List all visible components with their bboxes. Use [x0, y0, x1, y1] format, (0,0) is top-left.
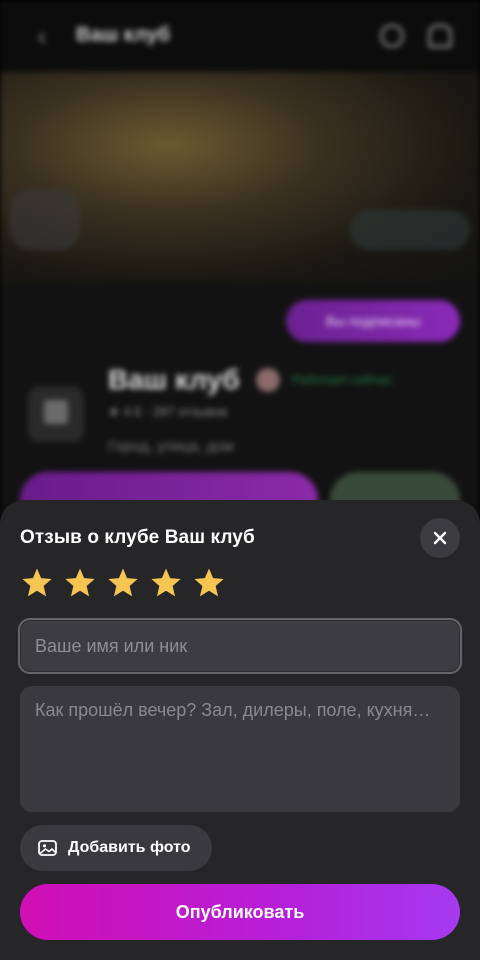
open-status: Работает сейчас [292, 372, 393, 387]
search-icon [380, 24, 404, 48]
star-icon[interactable] [149, 566, 183, 600]
star-rating[interactable] [20, 566, 226, 600]
star-icon[interactable] [20, 566, 54, 600]
sheet-title: Отзыв о клубе Ваш клуб [20, 527, 255, 548]
add-photo-button[interactable]: Добавить фото [20, 825, 212, 871]
cover-thumbnail [10, 190, 80, 250]
club-address: Город, улица, дом [108, 438, 234, 455]
publish-label: Опубликовать [175, 901, 305, 922]
close-icon [433, 531, 447, 545]
cover-chip [350, 210, 470, 250]
star-icon[interactable] [192, 566, 226, 600]
review-bottom-sheet: Отзыв о клубе Ваш клуб Добавить фото Опу… [0, 500, 480, 960]
image-icon [38, 840, 57, 856]
star-icon[interactable] [106, 566, 140, 600]
close-button[interactable] [420, 518, 460, 558]
add-photo-label: Добавить фото [68, 839, 191, 856]
star-icon[interactable] [63, 566, 97, 600]
cover-image [0, 72, 480, 282]
name-input[interactable] [18, 618, 462, 674]
verified-badge-icon [256, 368, 280, 392]
share-icon [428, 24, 452, 48]
club-rating: ★ 4.6 · 287 отзывов [108, 404, 228, 419]
header-title: Ваш клуб [76, 24, 170, 46]
review-textarea[interactable] [20, 686, 460, 812]
top-bar: ‹ Ваш клуб [0, 0, 480, 72]
back-arrow-icon: ‹ [37, 21, 47, 51]
club-logo-icon [44, 400, 68, 424]
club-name: Ваш клуб [108, 364, 240, 395]
publish-button[interactable]: Опубликовать [20, 884, 460, 940]
subscribed-badge: Вы подписаны [286, 300, 460, 342]
